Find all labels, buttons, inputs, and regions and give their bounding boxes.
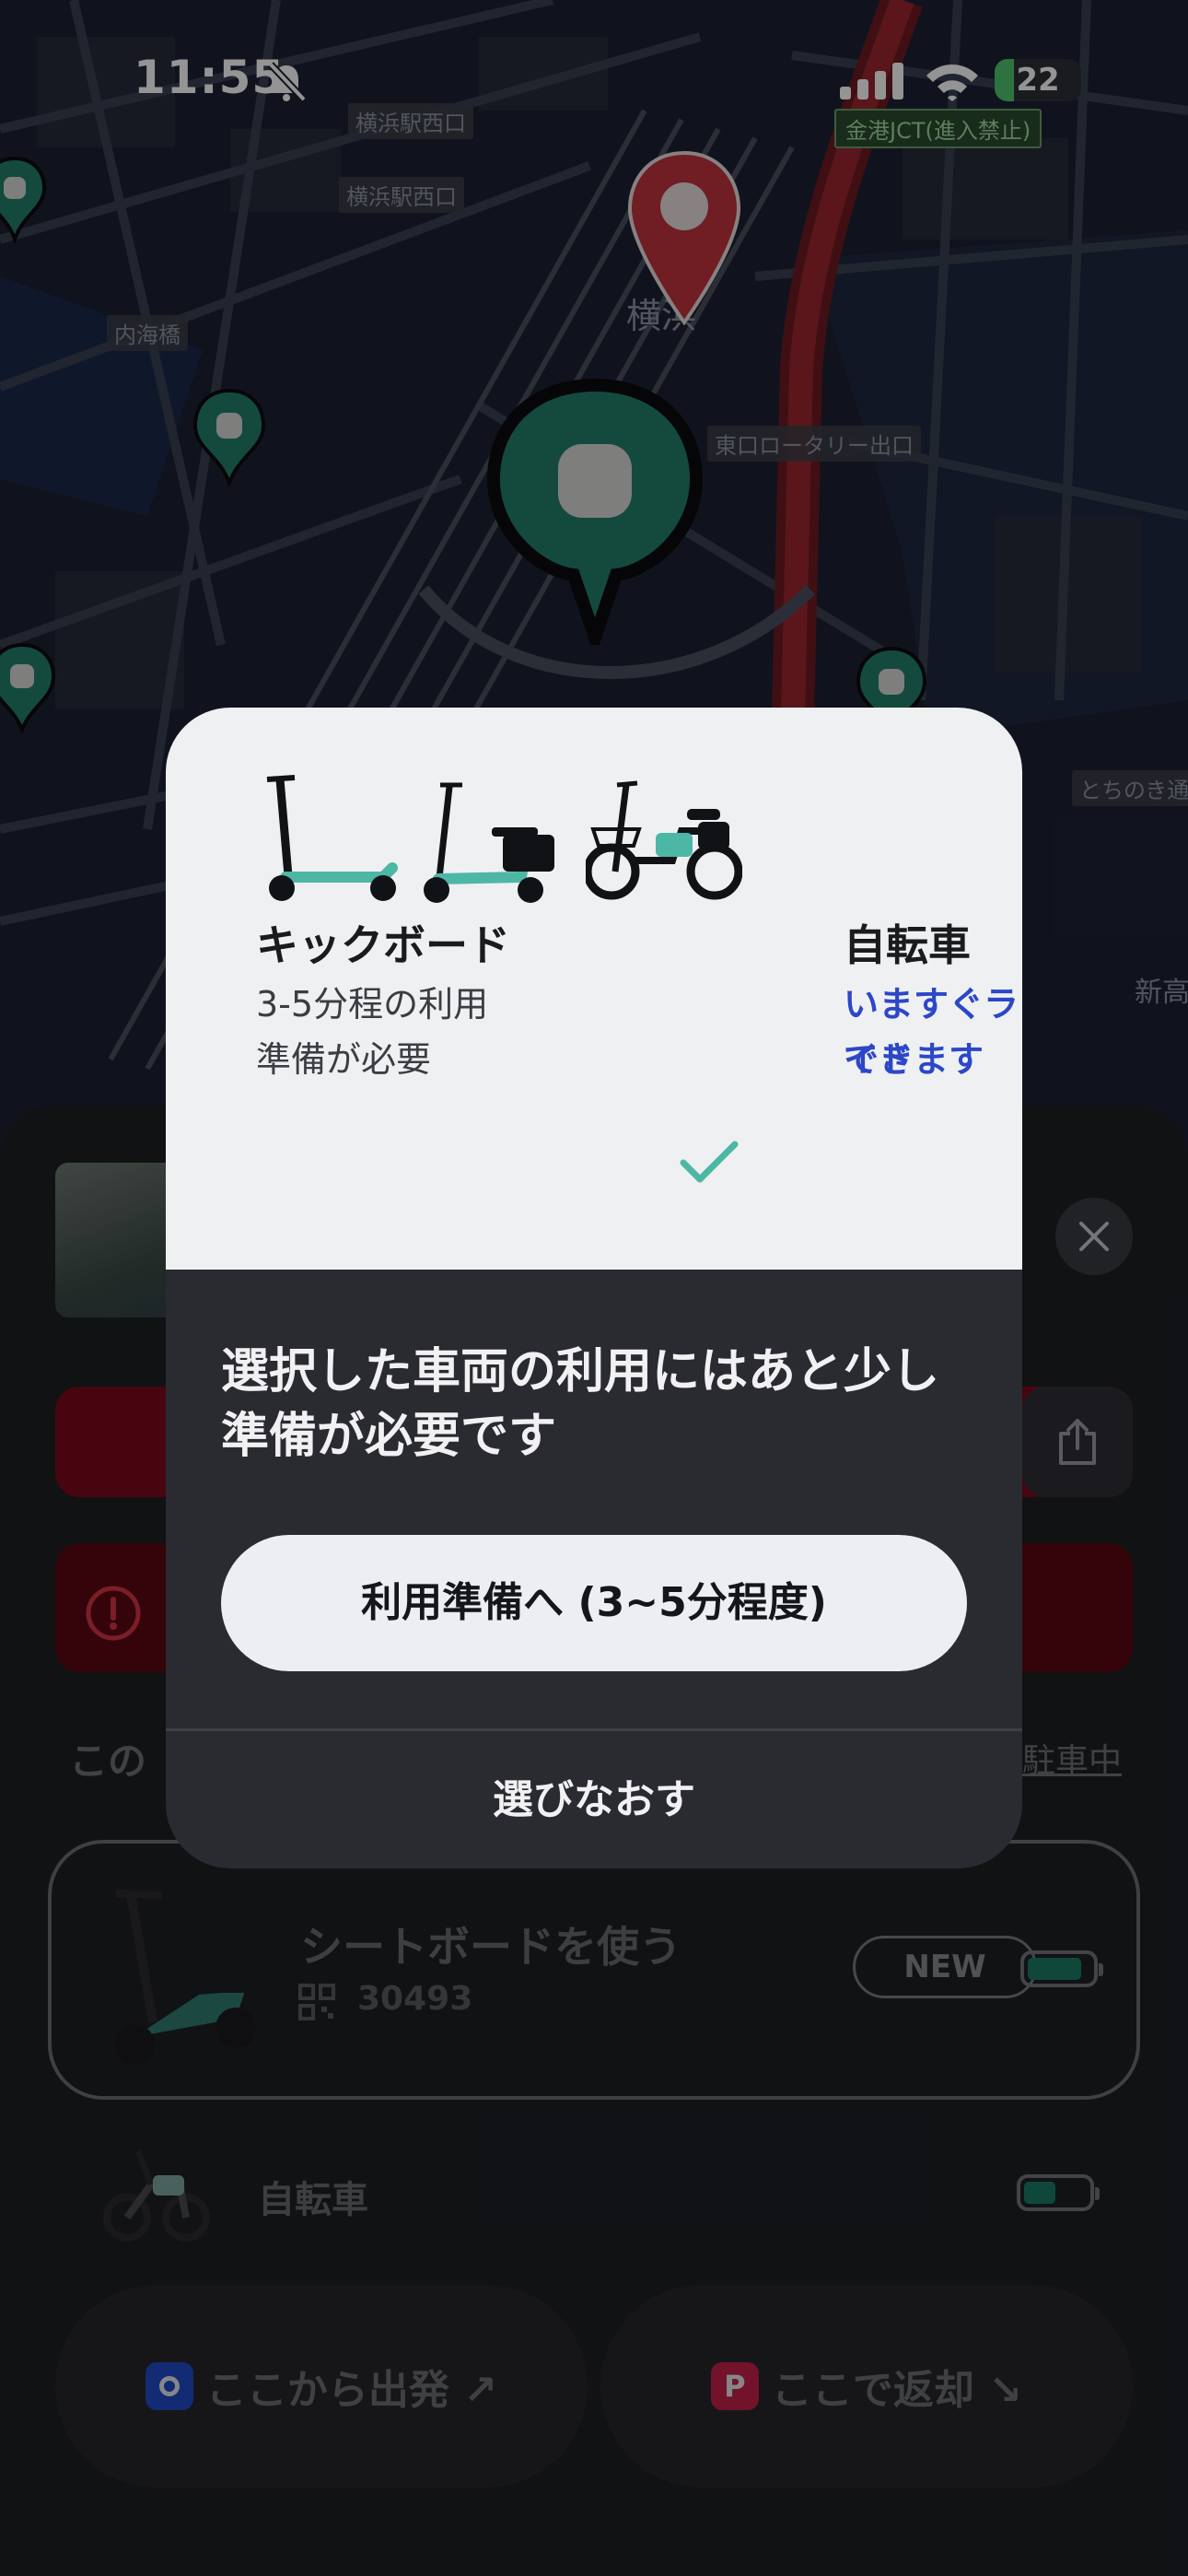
app-screen: 横浜駅西口 横浜駅西口 内海橋 東口ロータリー出口 金港JCT(進入禁止) とち… (0, 0, 1188, 2576)
kickboard-desc-line2: 準備が必要 (256, 1039, 432, 1080)
kickboard-image (266, 775, 554, 903)
vehicle-type-dialog: キックボード 3-5分程の利用 準備が必要 自転車 いますぐライド できます 選… (166, 708, 1022, 1868)
divider (166, 1728, 1022, 1731)
kickboard-option[interactable]: キックボード 3-5分程の利用 準備が必要 (166, 708, 571, 1270)
bicycle-title-text: 自転車 (844, 920, 971, 970)
vehicle-options: キックボード 3-5分程の利用 準備が必要 自転車 いますぐライド できます (166, 708, 1022, 1270)
selected-check-icon (680, 1141, 739, 1183)
bicycle-image (586, 780, 742, 900)
bicycle-desc-line2: できます (844, 1039, 984, 1080)
bicycle-option[interactable]: 自転車 いますぐライド できます (586, 708, 1022, 1270)
dialog-message: 選択した車両の利用にはあと少し準備が必要です (221, 1344, 940, 1464)
reselect-button[interactable]: 選びなおす (166, 1732, 1022, 1868)
kickboard-desc-line1: 3-5分程の利用 (256, 984, 489, 1025)
kickboard-title: キックボード (256, 920, 510, 970)
prepare-button[interactable]: 利用準備へ (3~5分程度) (221, 1535, 967, 1671)
